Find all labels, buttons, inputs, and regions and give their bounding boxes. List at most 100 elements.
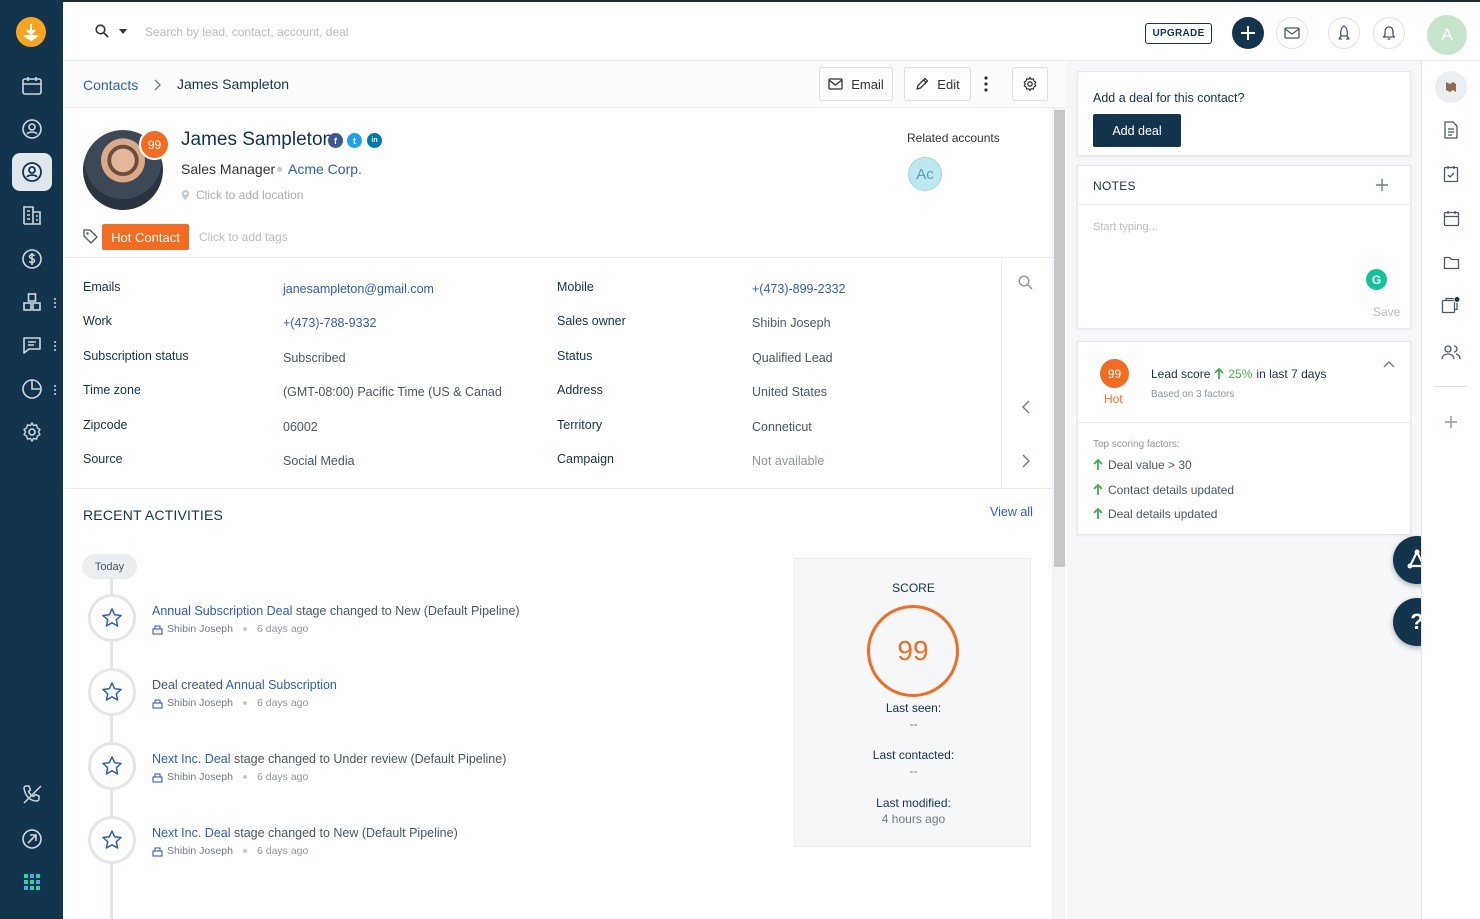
activity-time: 6 days ago [256,623,309,635]
settings-nav-icon[interactable] [12,413,52,451]
conversations-more-icon[interactable] [54,339,58,353]
calendar-nav-icon[interactable] [12,67,52,105]
field-label: Mobile [557,280,594,294]
search-input[interactable] [145,20,545,44]
notes-input[interactable]: Start typing... [1093,221,1158,233]
field-value[interactable]: United States [752,385,827,399]
field-value[interactable]: janesampleton@gmail.com [283,282,434,296]
add-deal-card: Add a deal for this contact? Add deal [1077,71,1411,156]
lead-score-period: in last 7 days [1256,367,1327,381]
top-bar: UPGRADE A [63,0,1480,61]
phone-nav-icon[interactable] [12,775,52,813]
activity-description: Deal created Annual Subscription [152,678,337,692]
location-pin-icon [182,190,189,201]
scrollbar-thumb[interactable] [1054,110,1065,567]
add-widget-plus-icon[interactable] [1440,411,1462,433]
field-value[interactable]: Social Media [283,454,355,468]
team-icon[interactable] [1440,341,1462,363]
search-icon[interactable] [95,24,109,38]
edit-button[interactable]: Edit [904,67,971,101]
field-value[interactable]: (GMT-08:00) Pacific Time (US & Canad [283,385,502,399]
contacts-nav-icon[interactable] [12,153,52,191]
field-value[interactable]: Conneticut [752,420,812,434]
calendar-icon[interactable] [1440,207,1462,229]
conversations-nav-icon[interactable] [12,326,52,364]
page-title: James Sampleton [177,76,290,92]
linkedin-icon[interactable]: in [367,133,382,148]
field-value[interactable]: +(473)-788-9332 [283,316,376,330]
quick-add-button[interactable] [1232,17,1264,49]
leads-nav-icon[interactable] [12,110,52,148]
chevron-left-icon[interactable] [1022,400,1030,414]
add-note-plus-icon[interactable] [1375,178,1389,192]
field-value[interactable]: Subscribed [283,351,346,365]
separator-dot [242,775,247,779]
scrollbar[interactable] [1052,108,1065,919]
field-value[interactable]: +(473)-899-2332 [752,282,845,296]
field-label: Sales owner [557,314,626,328]
modules-more-icon[interactable] [54,296,58,310]
email-button[interactable]: Email [819,67,893,101]
facebook-icon[interactable]: f [328,133,343,148]
left-navigation [0,0,63,919]
activity-user: Shibin Joseph [167,697,233,709]
field-value[interactable]: 06002 [283,420,318,434]
scoring-factor: Deal value > 30 [1093,458,1192,472]
breadcrumb-contacts-link[interactable]: Contacts [83,77,138,93]
activity-deal-link[interactable]: Annual Subscription [226,678,337,692]
owner-icon [152,846,163,857]
activity-deal-link[interactable]: Annual Subscription Deal [152,604,292,618]
field-value[interactable]: Qualified Lead [752,351,833,365]
freshsales-logo-icon[interactable] [16,17,46,47]
save-note-button[interactable]: Save [1373,305,1400,319]
sales-sequences-nav-icon[interactable] [12,820,52,858]
activity-star-icon [88,816,136,864]
scoring-factor-label: Contact details updated [1108,483,1235,497]
notifications-button[interactable] [1373,17,1405,49]
activity-star-icon [88,742,136,790]
contact-detail-main: Contacts James Sampleton Email Edit 99 J… [63,61,1067,919]
last-modified-value: 4 hours ago [881,812,946,826]
rocket-button[interactable] [1328,17,1360,49]
accounts-nav-icon[interactable] [12,196,52,234]
scoring-factor: Deal details updated [1093,507,1217,521]
search-fields-icon[interactable] [1018,275,1033,290]
activity-description: Next Inc. Deal stage changed to New (Def… [152,826,458,840]
activity-deal-link[interactable]: Next Inc. Deal [152,826,231,840]
activity-deal-link[interactable]: Next Inc. Deal [152,752,231,766]
more-options-button[interactable] [972,67,1000,101]
apps-panel-icon[interactable] [1440,295,1462,317]
reports-nav-icon[interactable] [12,370,52,408]
email-inbox-button[interactable] [1276,17,1308,49]
twitter-icon[interactable]: t [347,133,362,148]
customize-view-button[interactable] [1012,67,1048,101]
grammarly-icon[interactable]: G [1366,269,1387,290]
user-avatar[interactable]: A [1427,15,1467,55]
score-title: SCORE [892,581,935,595]
activity-meta: Shibin Joseph 6 days ago [152,623,308,635]
field-value[interactable]: Not available [752,454,824,468]
document-icon[interactable] [1440,119,1462,141]
activity-text: stage changed to Under review (Default P… [230,752,507,766]
location-field[interactable]: Click to add location [181,188,303,202]
search-scope-chevron-down-icon[interactable] [119,29,127,34]
profile-enrichment-icon[interactable] [1435,71,1467,103]
chevron-right-icon[interactable] [1022,454,1030,468]
add-deal-button[interactable]: Add deal [1093,114,1181,147]
app-grid-icon[interactable] [12,863,52,901]
related-account-avatar[interactable]: Ac [908,157,942,191]
tasks-icon[interactable] [1440,163,1462,185]
field-value[interactable]: Shibin Joseph [752,316,831,330]
separator-dot [277,167,282,172]
add-tags-field[interactable]: Click to add tags [199,230,288,244]
view-all-link[interactable]: View all [990,505,1033,519]
last-contacted-value: -- [909,764,918,778]
chevron-up-icon[interactable] [1383,360,1395,368]
folder-icon[interactable] [1440,251,1462,273]
hot-contact-tag[interactable]: Hot Contact [102,224,189,250]
reports-more-icon[interactable] [54,383,58,397]
company-link[interactable]: Acme Corp. [288,161,362,177]
upgrade-button[interactable]: UPGRADE [1145,23,1212,44]
deals-nav-icon[interactable] [12,240,52,278]
modules-nav-icon[interactable] [12,283,52,321]
